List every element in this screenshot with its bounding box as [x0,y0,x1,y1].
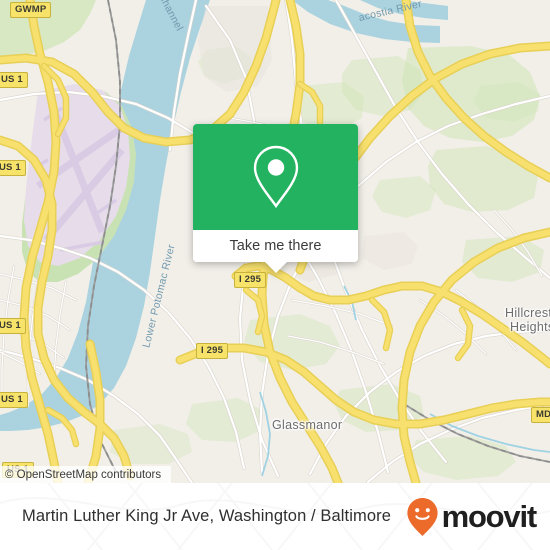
popup-image-area [193,124,358,230]
place-label: Glassmanor [272,418,343,432]
place-label: Hillcrest [505,306,550,320]
place-label: Heights [510,320,550,334]
road-shield: US 1 [0,318,26,334]
location-popup-card[interactable]: Take me there [193,124,358,273]
water-label: n Channel [151,0,186,34]
road-shield: US 1 [0,392,28,408]
map-pin-icon [253,145,298,209]
moovit-brand[interactable]: moovit [406,497,538,537]
attribution-text: © OpenStreetMap contributors [5,468,162,481]
footer-bar: Martin Luther King Jr Ave, Washington / … [0,483,550,550]
water-label: acostia River [357,0,424,25]
moovit-wordmark: moovit [441,499,538,534]
road-shield: MD [531,407,550,423]
road-shield: I 295 [234,272,267,288]
water-label: Lower Potomac River [140,243,178,349]
take-me-there-label: Take me there [229,238,322,254]
take-me-there-button[interactable]: Take me there [193,230,358,262]
popup-body: Take me there [193,124,358,262]
road-shield: GWMP [10,2,52,18]
road-shield: US 1 [0,72,28,88]
moovit-smiley-pin-icon [406,497,438,536]
popup-pointer [264,262,287,273]
map-canvas[interactable]: GWMPUS 1US 1US 1US 1US 1I 295I 295MDn Ch… [0,0,550,483]
road-shield: US 1 [0,160,26,176]
page-title: Martin Luther King Jr Ave, Washington / … [22,507,391,525]
map-attribution[interactable]: © OpenStreetMap contributors [0,466,171,483]
road-shield: I 295 [196,343,229,359]
